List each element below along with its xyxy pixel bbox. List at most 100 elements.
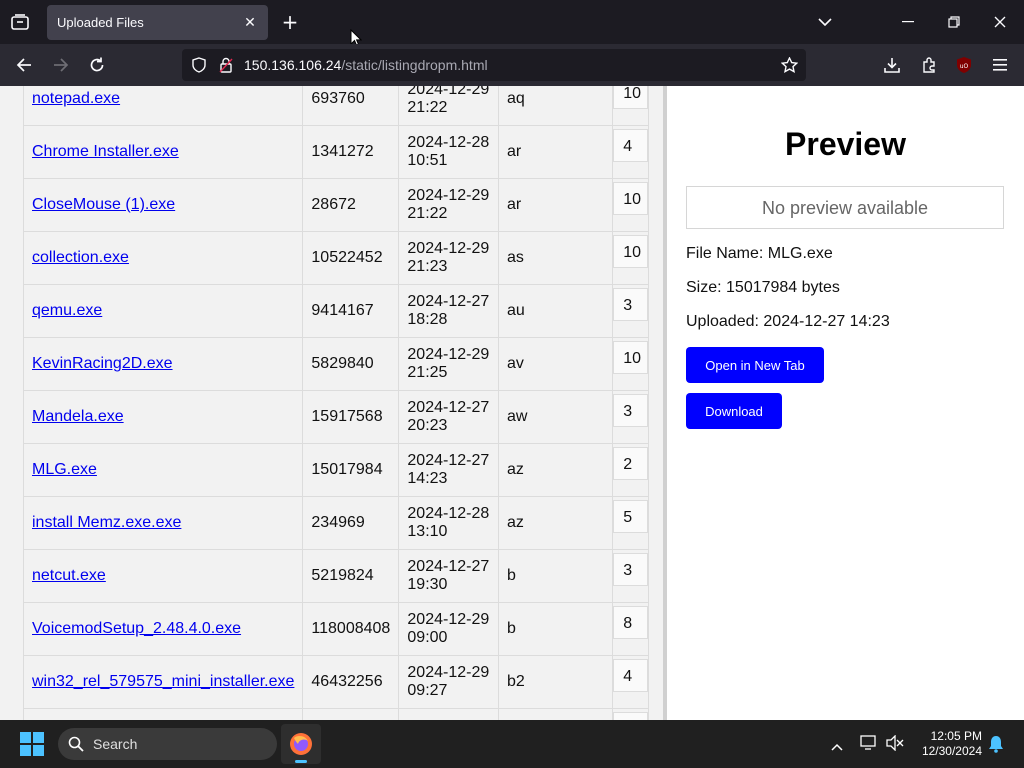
file-count-cell: 10: [612, 86, 649, 126]
notifications-bell-icon[interactable]: [988, 735, 1004, 758]
file-name-cell: install Memz.exe.exe: [22, 496, 304, 550]
close-window-icon[interactable]: [990, 12, 1010, 32]
file-time: 19:30: [407, 576, 448, 593]
table-row: Mandela.exe 15917568 2024-12-27 20:23 aw 3: [22, 390, 649, 444]
file-link[interactable]: CloseMouse (1).exe: [32, 196, 175, 213]
open-in-new-tab-button[interactable]: Open in New Tab: [686, 347, 824, 383]
file-link[interactable]: netcut.exe: [32, 567, 106, 584]
file-count-cell: 10: [612, 337, 649, 391]
system-clock[interactable]: 12:05 PM 12/30/2024: [922, 729, 982, 759]
file-count-field[interactable]: 2: [613, 447, 649, 480]
forward-icon[interactable]: [49, 54, 73, 76]
file-count-field[interactable]: 3: [613, 394, 649, 427]
file-count-cell: 3: [612, 549, 649, 603]
file-link[interactable]: qemu.exe: [32, 302, 102, 319]
url-bar[interactable]: 150.136.106.24/static/listingdropm.html: [182, 49, 806, 81]
bookmark-star-icon[interactable]: [780, 56, 798, 74]
file-link[interactable]: install Memz.exe.exe: [32, 514, 181, 531]
file-date: 2024-12-29: [407, 240, 490, 257]
ublock-origin-icon[interactable]: uO: [953, 54, 975, 76]
file-list-pane[interactable]: notepad.exe 693760 2024-12-29 21:22 aq 10 Chro…: [0, 86, 663, 720]
file-count-cell: 8: [612, 602, 649, 656]
file-link[interactable]: MLG.exe: [32, 461, 97, 478]
file-count-field[interactable]: 5: [613, 500, 649, 533]
file-link[interactable]: Chrome Installer.exe: [32, 143, 179, 160]
preview-pane: Preview No preview available File Name: …: [667, 86, 1024, 720]
file-date-cell: 2024-12-29 09:00: [398, 602, 499, 656]
file-count-field[interactable]: 10: [613, 235, 649, 268]
tab-overview-icon[interactable]: [8, 10, 32, 34]
menu-hamburger-icon[interactable]: [989, 54, 1011, 76]
file-size-cell: 5829840: [302, 337, 400, 391]
file-name-cell: KevinRacing2D.exe: [22, 337, 304, 391]
volume-muted-icon[interactable]: [886, 734, 904, 756]
file-count-field[interactable]: 10: [613, 341, 649, 374]
search-label: Search: [93, 736, 138, 752]
file-time: 21:22: [407, 99, 448, 116]
file-size-cell: 5219824: [302, 549, 400, 603]
tab-close-icon[interactable]: ✕: [240, 12, 260, 32]
restore-icon[interactable]: [944, 12, 964, 32]
extensions-icon[interactable]: [918, 54, 940, 76]
url-path: /static/listingdropm.html: [341, 57, 488, 73]
file-size-cell: 9414167: [302, 284, 400, 338]
file-count-cell: 4: [612, 125, 649, 179]
file-count-cell: 10: [612, 178, 649, 232]
navigation-bar: 150.136.106.24/static/listingdropm.html …: [0, 44, 1024, 86]
url-host: 150.136.106.24: [244, 57, 342, 73]
firefox-taskbar-button[interactable]: [281, 724, 321, 764]
file-size-cell: 46432256: [302, 655, 400, 709]
lock-insecure-icon[interactable]: [217, 56, 235, 74]
file-link[interactable]: notepad.exe: [32, 90, 120, 107]
download-button[interactable]: Download: [686, 393, 782, 429]
file-link[interactable]: VoicemodSetup_2.48.4.0.exe: [32, 620, 241, 637]
show-hidden-icons-chevron-icon[interactable]: [831, 738, 843, 756]
table-row: win32_rel_579575_mini_installer.exe 46432…: [22, 655, 649, 709]
file-name-cell: [22, 708, 304, 720]
network-icon[interactable]: [860, 735, 878, 756]
file-date-cell: 2024-12-27 18:28: [398, 284, 499, 338]
taskbar-search[interactable]: Search: [58, 728, 277, 760]
file-owner-cell: az: [497, 443, 614, 497]
active-tab[interactable]: Uploaded Files ✕: [47, 5, 268, 40]
file-owner-cell: aw: [497, 390, 614, 444]
shield-icon[interactable]: [190, 56, 208, 74]
file-name-cell: win32_rel_579575_mini_installer.exe: [22, 655, 304, 709]
file-count-cell: 10: [612, 231, 649, 285]
file-date-cell: 2024-12-29 21:22: [398, 178, 499, 232]
reload-icon[interactable]: [85, 54, 109, 76]
windows-start-icon[interactable]: [20, 732, 44, 761]
file-count-field[interactable]: 4: [613, 659, 649, 692]
url-text[interactable]: 150.136.106.24/static/listingdropm.html: [244, 57, 488, 73]
back-icon[interactable]: [12, 54, 36, 76]
file-size-cell: 234969: [302, 496, 400, 550]
file-name-cell: CloseMouse (1).exe: [22, 178, 304, 232]
file-link[interactable]: Mandela.exe: [32, 408, 124, 425]
new-tab-icon[interactable]: +: [280, 10, 300, 34]
file-link[interactable]: KevinRacing2D.exe: [32, 355, 173, 372]
file-link[interactable]: win32_rel_579575_mini_installer.exe: [32, 673, 294, 690]
file-owner-cell: aq: [497, 86, 614, 126]
file-count-field[interactable]: 4: [613, 712, 649, 720]
file-count-field[interactable]: 3: [613, 553, 649, 586]
file-date-cell: 2024-12-28 10:51: [398, 125, 499, 179]
file-owner-cell: ar: [497, 178, 614, 232]
file-link[interactable]: collection.exe: [32, 249, 129, 266]
file-count-field[interactable]: 4: [613, 129, 649, 162]
minimize-icon[interactable]: [898, 12, 918, 32]
file-date: 2024-12-28: [407, 134, 490, 151]
downloads-icon[interactable]: [881, 54, 903, 76]
file-time: 21:23: [407, 258, 448, 275]
file-date-cell: 2024-12-28 13:10: [398, 496, 499, 550]
file-count-field[interactable]: 10: [613, 182, 649, 215]
file-count-field[interactable]: 3: [613, 288, 649, 321]
file-date: 2024-12-29: [407, 611, 490, 628]
file-date: 2024-12-29: [407, 664, 490, 681]
file-count-field[interactable]: 8: [613, 606, 649, 639]
file-date-cell: 2024-12-27 14:23: [398, 443, 499, 497]
preview-upload-date: Uploaded: 2024-12-27 14:23: [686, 313, 890, 330]
file-date-cell: 2024-12-27 20:23: [398, 390, 499, 444]
table-row: notepad.exe 693760 2024-12-29 21:22 aq 10: [22, 86, 649, 126]
file-count-field[interactable]: 10: [613, 86, 649, 109]
list-tabs-chevron-icon[interactable]: [815, 12, 835, 32]
